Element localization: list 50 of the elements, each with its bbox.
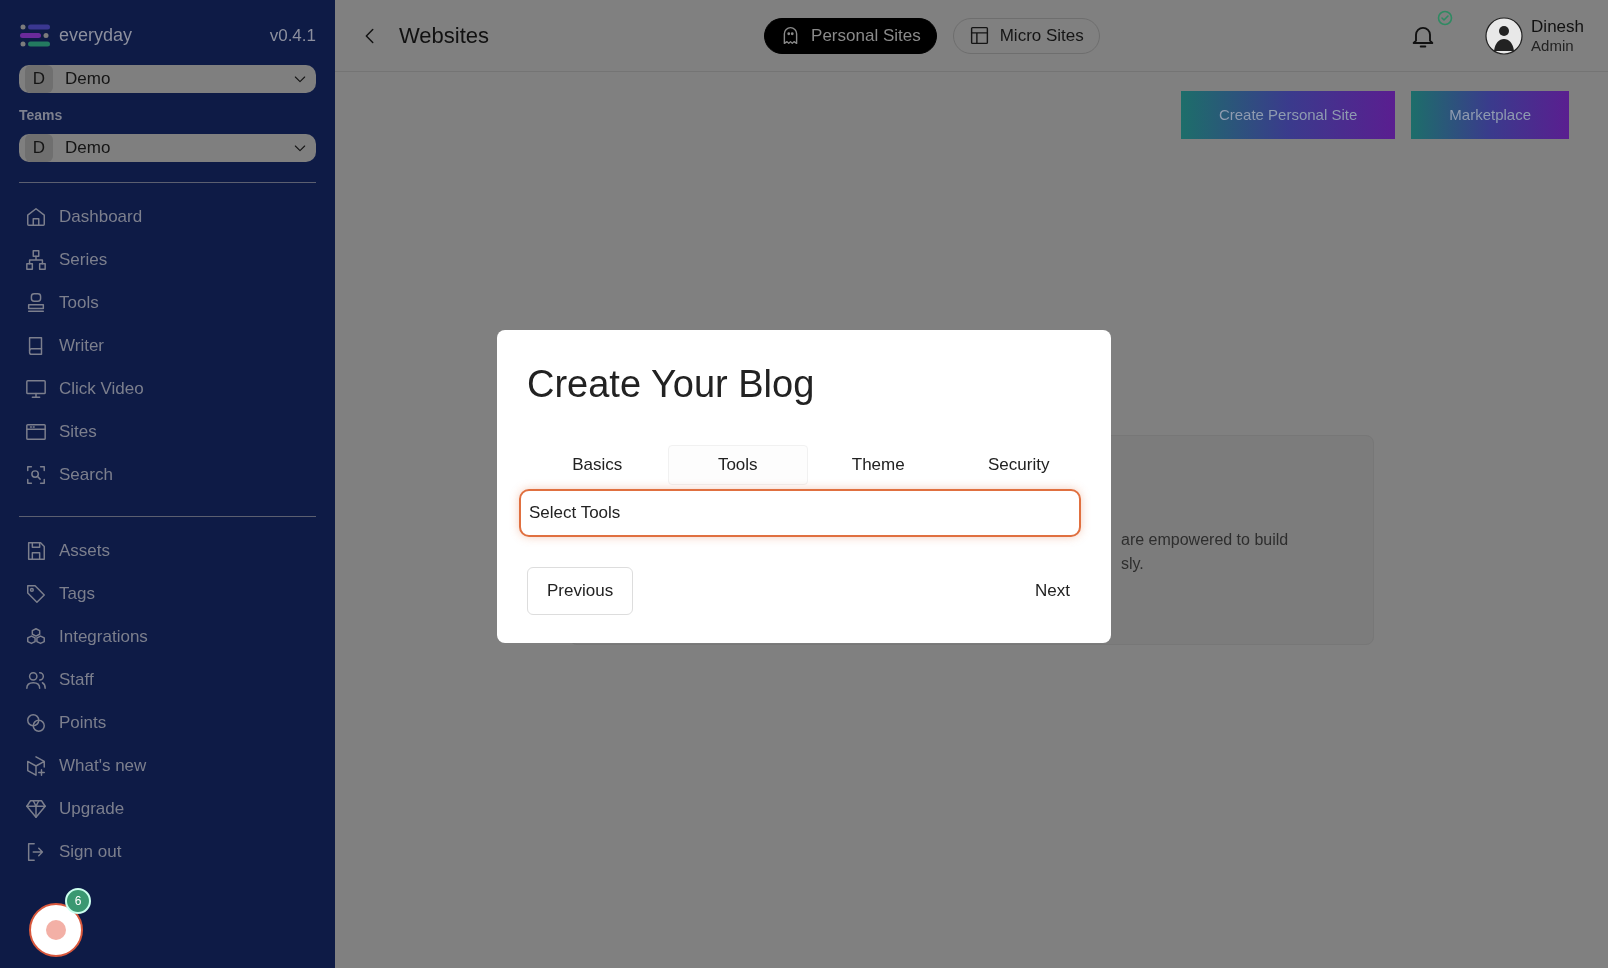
search-icon	[25, 463, 47, 486]
stamp-icon	[25, 291, 47, 314]
brand-name: everyday	[59, 24, 133, 47]
version-label: v0.4.1	[269, 24, 316, 47]
sidebar-item[interactable]: Dashboard	[19, 195, 316, 238]
user-role: Admin	[1531, 36, 1575, 56]
workspace-dropdown[interactable]: D Demo	[19, 65, 316, 93]
sidebar-item[interactable]: Click Video	[19, 367, 316, 410]
logo-icon	[19, 22, 51, 49]
sidebar-item[interactable]: Series	[19, 238, 316, 281]
marketplace-button[interactable]: Marketplace	[1411, 91, 1569, 139]
step-tab[interactable]: Security	[948, 445, 1089, 485]
monitor-icon	[25, 377, 47, 400]
tools-select-field[interactable]: Select Tools	[519, 489, 1081, 537]
avatar-icon	[1485, 16, 1524, 55]
page-title: Websites	[399, 22, 490, 50]
sidebar-item[interactable]: Search	[19, 453, 316, 496]
sidebar-item[interactable]: What's new	[19, 744, 316, 787]
diamond-icon	[25, 797, 47, 820]
sidebar-item[interactable]: Writer	[19, 324, 316, 367]
layout-icon	[968, 25, 990, 46]
sidebar-item[interactable]: Points	[19, 701, 316, 744]
sidebar-item[interactable]: Integrations	[19, 615, 316, 658]
box-plus-icon	[25, 754, 47, 777]
card-text: sly.	[1121, 554, 1145, 574]
team-dropdown[interactable]: D Demo	[19, 134, 316, 162]
card-text: are empowered to build	[1121, 530, 1290, 550]
sidebar-item[interactable]: Staff	[19, 658, 316, 701]
sidebar-item[interactable]: Assets	[19, 529, 316, 572]
sidebar-item[interactable]: Tools	[19, 281, 316, 324]
sidebar-item[interactable]: Sign out	[19, 830, 316, 873]
help-launcher-button[interactable]	[29, 903, 83, 957]
step-tab[interactable]: Theme	[808, 445, 949, 485]
step-tab[interactable]: Tools	[667, 445, 808, 485]
section-label: Teams	[19, 106, 64, 125]
modal-title: Create Your Blog	[527, 362, 816, 407]
house-icon	[25, 205, 47, 228]
sidebar-item[interactable]: Tags	[19, 572, 316, 615]
check-circle-icon	[1437, 9, 1454, 26]
previous-button[interactable]: Previous	[527, 567, 634, 615]
user-name: Dinesh	[1531, 15, 1584, 37]
step-tab[interactable]: Basics	[527, 445, 668, 485]
sidebar-item[interactable]: Upgrade	[19, 787, 316, 830]
tag-icon	[25, 582, 47, 605]
create-site-button[interactable]: Create Personal Site	[1180, 91, 1396, 139]
sidebar-item[interactable]: Sites	[19, 410, 316, 453]
hierarchy-icon	[25, 248, 47, 271]
coins-icon	[25, 711, 47, 734]
tab[interactable]: Personal Sites	[764, 17, 937, 54]
notification-count-badge: 6	[65, 888, 91, 914]
